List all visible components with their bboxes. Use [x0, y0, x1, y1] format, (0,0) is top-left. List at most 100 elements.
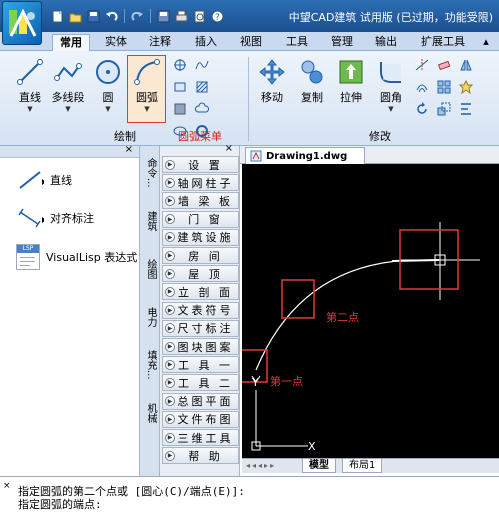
undo-icon[interactable]: [104, 9, 119, 24]
menu-item-label: 设 置: [188, 158, 223, 172]
mirror-icon[interactable]: [458, 57, 474, 73]
menu-item[interactable]: ▶ 图块图案: [162, 338, 239, 355]
close-icon[interactable]: ×: [125, 144, 133, 155]
title-bar: ? 中望CAD建筑 试用版 (已过期，功能受限): [0, 0, 499, 45]
polyline-tool-button[interactable]: 多线段 ▼: [50, 57, 86, 113]
menu-item-label: 工 具 二: [178, 376, 233, 390]
line-icon: [15, 57, 45, 87]
menu-item[interactable]: ▶ 文件布图: [162, 410, 239, 428]
vtab-command[interactable]: 命令...: [142, 152, 158, 194]
menu-item[interactable]: ▶ 建筑设施: [162, 228, 239, 246]
gradient-icon[interactable]: [172, 101, 188, 117]
spline-icon[interactable]: [194, 57, 210, 73]
tab-extended-tools[interactable]: 扩展工具: [415, 34, 471, 51]
line-tool-label: 直线: [19, 91, 41, 104]
first-point-annotation: 第一点: [270, 374, 303, 388]
close-icon[interactable]: ×: [225, 143, 233, 154]
vtab-drawing[interactable]: 绘图: [142, 254, 158, 284]
menu-item[interactable]: ▶ 总图平面: [162, 392, 239, 410]
close-icon[interactable]: ×: [3, 481, 11, 491]
redo-icon[interactable]: [130, 9, 145, 24]
print-icon[interactable]: [174, 9, 189, 24]
menu-item[interactable]: ▶ 门 窗: [162, 210, 239, 228]
menu-item[interactable]: ▶ 工 具 一: [162, 356, 239, 374]
tab-common[interactable]: 常用: [52, 34, 90, 51]
tab-output[interactable]: 输出: [368, 34, 404, 51]
explode-icon[interactable]: [458, 79, 474, 95]
menu-item[interactable]: ▶ 墙 梁 板: [162, 192, 239, 210]
app-menu-button[interactable]: [2, 1, 42, 45]
layout-tab-bar: ◂◂◂▸▸ 模型 布局1: [242, 458, 499, 473]
drawing-file-icon: [250, 150, 262, 162]
tab-solid[interactable]: 实体: [98, 34, 134, 51]
stretch-tool-button[interactable]: 拉伸: [333, 57, 369, 105]
hatch-icon[interactable]: [194, 79, 210, 95]
vtab-electrical[interactable]: 电力: [142, 302, 158, 332]
tab-model[interactable]: 模型: [302, 459, 336, 473]
stretch-tool-label: 拉伸: [340, 91, 362, 104]
save-icon[interactable]: [86, 9, 101, 24]
array-icon[interactable]: [436, 79, 452, 95]
expand-arrow-icon: ▶: [165, 359, 175, 370]
expand-arrow-icon: ▶: [165, 250, 175, 261]
menu-item[interactable]: ▶ 工 具 二: [162, 374, 239, 392]
expand-arrow-icon: ▶: [165, 159, 175, 170]
ribbon-minimize-icon[interactable]: ▴: [478, 34, 494, 51]
menu-item-label: 文件布图: [177, 413, 234, 427]
tab-tools[interactable]: 工具: [279, 34, 315, 51]
rotate-icon[interactable]: [414, 101, 430, 117]
ribbon-tab-bar: 常用 实体 注释 插入 视图 工具 管理 输出 扩展工具 ▴: [0, 32, 499, 51]
scale-icon[interactable]: [436, 101, 452, 117]
circle-tool-button[interactable]: 圆 ▼: [90, 57, 126, 113]
drawing-canvas[interactable]: 第二点 第一点 X Y: [239, 164, 499, 458]
palette-item-label: VisualLisp 表达式: [46, 251, 138, 264]
open-icon[interactable]: [68, 9, 83, 24]
arc-tool-button[interactable]: 圆弧 ▼: [129, 57, 165, 113]
palette-item-aligned-dimension[interactable]: 对齐标注: [18, 208, 94, 228]
save-as-icon[interactable]: [156, 9, 171, 24]
dropdown-arrow-icon: ▼: [65, 105, 71, 113]
move-tool-button[interactable]: 移动: [254, 57, 290, 105]
new-icon[interactable]: [50, 9, 65, 24]
vtab-mechanical[interactable]: 机械: [142, 398, 158, 428]
menu-item[interactable]: ▶ 轴网柱子: [162, 174, 239, 192]
trim-icon[interactable]: [414, 57, 430, 73]
command-line[interactable]: × 指定圆弧的第二个点或 [圆心(C)/端点(E)]: 指定圆弧的端点:: [0, 476, 499, 513]
menu-item[interactable]: ▶ 立 剖 面: [162, 283, 239, 301]
menu-item[interactable]: ▶ 设 置: [162, 156, 239, 173]
tab-annotate[interactable]: 注释: [142, 34, 178, 51]
menu-item[interactable]: ▶ 文表符号: [162, 301, 239, 319]
point-icon[interactable]: [172, 57, 188, 73]
erase-icon[interactable]: [436, 57, 452, 73]
menu-item[interactable]: ▶ 屋 顶: [162, 265, 239, 283]
offset-icon[interactable]: [414, 79, 430, 95]
vtab-hatch[interactable]: 填充...: [142, 344, 158, 386]
fillet-tool-button[interactable]: 圆角 ▼: [373, 57, 409, 113]
tab-manage[interactable]: 管理: [324, 34, 360, 51]
line-tool-button[interactable]: 直线 ▼: [12, 57, 48, 113]
copy-tool-button[interactable]: 复制: [294, 57, 330, 105]
palette-title-bar: ×: [0, 144, 139, 158]
align-icon[interactable]: [458, 101, 474, 117]
help-icon[interactable]: ?: [210, 9, 225, 24]
menu-item[interactable]: ▶ 房 间: [162, 247, 239, 264]
layout-nav-arrows-icon[interactable]: ◂◂◂▸▸: [246, 459, 276, 473]
palette-item-line[interactable]: 直线: [18, 170, 72, 190]
menu-item[interactable]: ▶ 尺寸标注: [162, 319, 239, 337]
vtab-architecture[interactable]: 建筑: [142, 206, 158, 236]
tab-view[interactable]: 视图: [233, 34, 269, 51]
document-tab[interactable]: Drawing1.dwg: [245, 147, 365, 164]
tab-insert[interactable]: 插入: [188, 34, 224, 51]
menu-item[interactable]: ▶ 帮 助: [162, 447, 239, 465]
menu-item[interactable]: ▶ 三维工具: [162, 429, 239, 446]
plot-preview-icon[interactable]: [192, 9, 207, 24]
polyline-tool-label: 多线段: [51, 91, 85, 104]
tab-layout1[interactable]: 布局1: [342, 459, 383, 473]
cloud-icon[interactable]: [194, 101, 210, 117]
rectangle-icon[interactable]: [172, 79, 188, 95]
line-icon: [19, 171, 44, 189]
expand-arrow-icon: ▶: [165, 377, 175, 388]
app-logo-icon: [9, 8, 37, 37]
palette-item-visuallisp[interactable]: LSP VisualLisp 表达式: [16, 244, 137, 270]
second-point-box: [281, 279, 315, 319]
